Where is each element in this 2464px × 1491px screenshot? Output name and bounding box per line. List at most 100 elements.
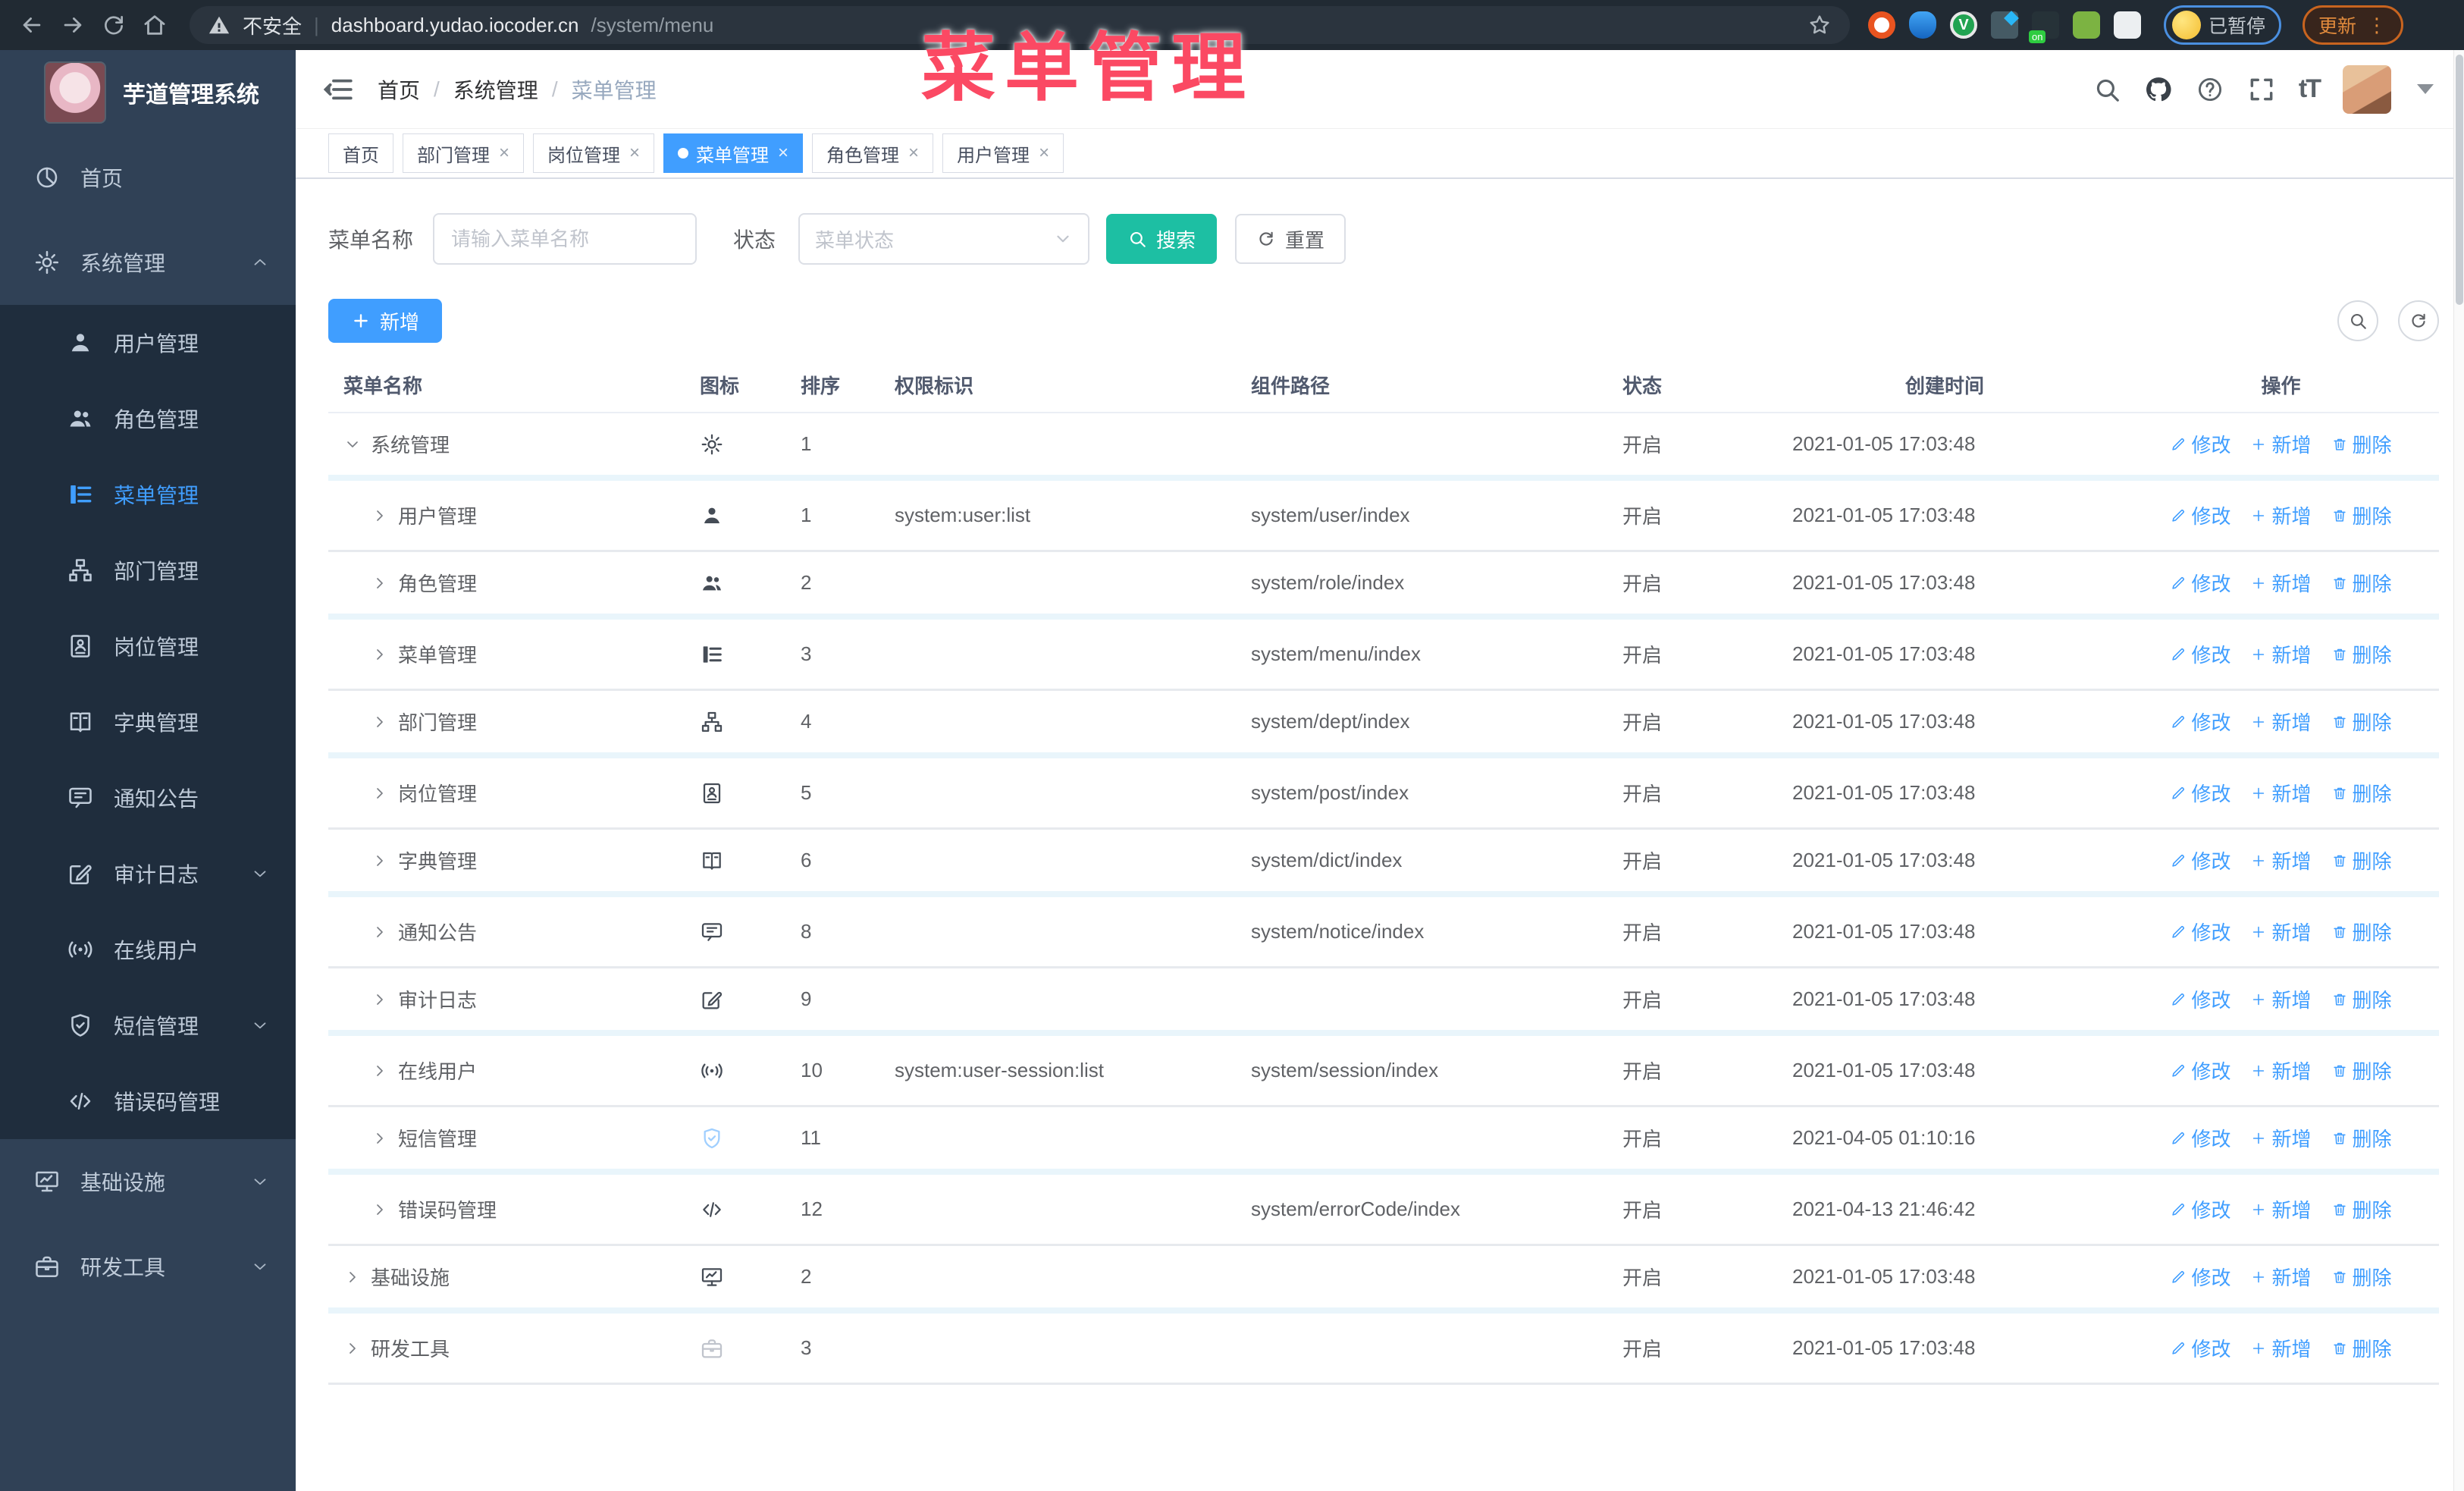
menu-name-input[interactable] bbox=[433, 213, 698, 265]
add-action[interactable]: 新增 bbox=[2250, 501, 2312, 529]
expand-caret-icon[interactable] bbox=[343, 1339, 362, 1358]
edit-action[interactable]: 修改 bbox=[2170, 708, 2230, 736]
add-action[interactable]: 新增 bbox=[2250, 1263, 2312, 1291]
expand-caret-icon[interactable] bbox=[371, 990, 389, 1009]
url-bar[interactable]: 不安全 | dashboard.yudao.iocoder.cn /system… bbox=[190, 6, 1850, 44]
scrollbar-thumb[interactable] bbox=[2456, 55, 2463, 305]
close-icon[interactable]: × bbox=[499, 143, 509, 164]
tab-item[interactable]: 菜单管理 × bbox=[663, 133, 804, 173]
breadcrumb-system[interactable]: 系统管理 bbox=[453, 74, 538, 105]
add-button[interactable]: 新增 bbox=[328, 299, 443, 343]
add-action[interactable]: 新增 bbox=[2250, 846, 2312, 874]
edit-action[interactable]: 修改 bbox=[2170, 846, 2230, 874]
add-action[interactable]: 新增 bbox=[2250, 1056, 2312, 1085]
delete-action[interactable]: 删除 bbox=[2331, 779, 2392, 807]
edit-action[interactable]: 修改 bbox=[2170, 1124, 2230, 1152]
edit-action[interactable]: 修改 bbox=[2170, 1056, 2230, 1085]
sidebar-item-monitor[interactable]: 基础设施 bbox=[0, 1139, 296, 1224]
sidebar-item-tree[interactable]: 菜单管理 bbox=[0, 457, 296, 532]
sidebar-item-book[interactable]: 字典管理 bbox=[0, 684, 296, 760]
sidebar-item-org[interactable]: 部门管理 bbox=[0, 532, 296, 608]
delete-action[interactable]: 删除 bbox=[2331, 918, 2392, 946]
extension-robot-icon[interactable] bbox=[2073, 11, 2100, 39]
reset-button[interactable]: 重置 bbox=[1235, 214, 1346, 264]
expand-caret-icon[interactable] bbox=[371, 784, 389, 802]
tab-item[interactable]: 用户管理 × bbox=[942, 133, 1064, 173]
extension-grid-icon[interactable] bbox=[1991, 11, 2019, 39]
extension-drop-icon[interactable] bbox=[1909, 11, 1936, 39]
add-action[interactable]: 新增 bbox=[2250, 1124, 2312, 1152]
extension-v-icon[interactable]: V bbox=[1950, 11, 1977, 39]
edit-action[interactable]: 修改 bbox=[2170, 640, 2230, 668]
security-label[interactable]: 不安全 bbox=[243, 11, 302, 39]
edit-action[interactable]: 修改 bbox=[2170, 1195, 2230, 1223]
delete-action[interactable]: 删除 bbox=[2331, 1334, 2392, 1362]
page-scrollbar[interactable] bbox=[2453, 50, 2464, 1491]
extension-ubuntu-icon[interactable] bbox=[1868, 11, 1895, 39]
close-icon[interactable]: × bbox=[1039, 143, 1049, 164]
edit-action[interactable]: 修改 bbox=[2170, 569, 2230, 597]
add-action[interactable]: 新增 bbox=[2250, 1195, 2312, 1223]
fullscreen-icon[interactable] bbox=[2247, 75, 2276, 104]
url-path[interactable]: /system/menu bbox=[591, 14, 1795, 37]
delete-action[interactable]: 删除 bbox=[2331, 985, 2392, 1013]
expand-caret-icon[interactable] bbox=[371, 574, 389, 592]
delete-action[interactable]: 删除 bbox=[2331, 1195, 2392, 1223]
bookmark-star-icon[interactable] bbox=[1807, 13, 1832, 37]
expand-caret-icon[interactable] bbox=[371, 923, 389, 941]
close-icon[interactable]: × bbox=[778, 143, 788, 164]
close-icon[interactable]: × bbox=[629, 143, 640, 164]
app-logo[interactable]: 芋道管理系统 bbox=[0, 50, 296, 135]
tab-item[interactable]: 首页 bbox=[328, 133, 393, 173]
search-icon[interactable] bbox=[2093, 75, 2121, 104]
sidebar-item-dashboard[interactable]: 首页 bbox=[0, 135, 296, 220]
status-select[interactable]: 菜单状态 bbox=[798, 213, 1090, 265]
help-icon[interactable] bbox=[2196, 75, 2224, 104]
add-action[interactable]: 新增 bbox=[2250, 640, 2312, 668]
add-action[interactable]: 新增 bbox=[2250, 985, 2312, 1013]
edit-action[interactable]: 修改 bbox=[2170, 779, 2230, 807]
browser-back-icon[interactable] bbox=[17, 10, 47, 40]
add-action[interactable]: 新增 bbox=[2250, 708, 2312, 736]
sidebar-item-gear[interactable]: 系统管理 bbox=[0, 220, 296, 305]
add-action[interactable]: 新增 bbox=[2250, 430, 2312, 458]
sidebar-item-message[interactable]: 通知公告 bbox=[0, 760, 296, 836]
sidebar-item-online[interactable]: 在线用户 bbox=[0, 912, 296, 987]
expand-caret-icon[interactable] bbox=[371, 713, 389, 731]
delete-action[interactable]: 删除 bbox=[2331, 569, 2392, 597]
delete-action[interactable]: 删除 bbox=[2331, 1056, 2392, 1085]
expand-caret-icon[interactable] bbox=[371, 1129, 389, 1147]
add-action[interactable]: 新增 bbox=[2250, 779, 2312, 807]
expand-caret-icon[interactable] bbox=[343, 435, 362, 454]
delete-action[interactable]: 删除 bbox=[2331, 1124, 2392, 1152]
sidebar-item-edit[interactable]: 审计日志 bbox=[0, 836, 296, 912]
search-button[interactable]: 搜索 bbox=[1106, 214, 1218, 264]
sidebar-item-tool[interactable]: 研发工具 bbox=[0, 1224, 296, 1309]
sidebar-item-user[interactable]: 用户管理 bbox=[0, 305, 296, 381]
browser-menu-icon[interactable]: ⋮ bbox=[2367, 14, 2387, 37]
browser-home-icon[interactable] bbox=[140, 10, 170, 40]
delete-action[interactable]: 删除 bbox=[2331, 430, 2392, 458]
edit-action[interactable]: 修改 bbox=[2170, 985, 2230, 1013]
delete-action[interactable]: 删除 bbox=[2331, 846, 2392, 874]
add-action[interactable]: 新增 bbox=[2250, 918, 2312, 946]
sidebar-item-code[interactable]: 错误码管理 bbox=[0, 1063, 296, 1139]
toggle-search-button[interactable] bbox=[2337, 300, 2378, 341]
browser-update-button[interactable]: 更新 ⋮ bbox=[2303, 5, 2404, 45]
add-action[interactable]: 新增 bbox=[2250, 1334, 2312, 1362]
url-host[interactable]: dashboard.yudao.iocoder.cn bbox=[331, 14, 579, 37]
expand-caret-icon[interactable] bbox=[371, 852, 389, 870]
extension-puzzle-icon[interactable] bbox=[2114, 11, 2141, 39]
refresh-table-button[interactable] bbox=[2398, 300, 2439, 341]
expand-caret-icon[interactable] bbox=[371, 645, 389, 664]
close-icon[interactable]: × bbox=[908, 143, 919, 164]
expand-caret-icon[interactable] bbox=[371, 1201, 389, 1219]
edit-action[interactable]: 修改 bbox=[2170, 1334, 2230, 1362]
edit-action[interactable]: 修改 bbox=[2170, 918, 2230, 946]
breadcrumb-home[interactable]: 首页 bbox=[378, 74, 420, 105]
tab-item[interactable]: 角色管理 × bbox=[812, 133, 934, 173]
tab-item[interactable]: 部门管理 × bbox=[403, 133, 525, 173]
extension-switch-icon[interactable]: on bbox=[2029, 11, 2059, 43]
expand-caret-icon[interactable] bbox=[371, 1062, 389, 1080]
browser-reload-icon[interactable] bbox=[99, 10, 129, 40]
